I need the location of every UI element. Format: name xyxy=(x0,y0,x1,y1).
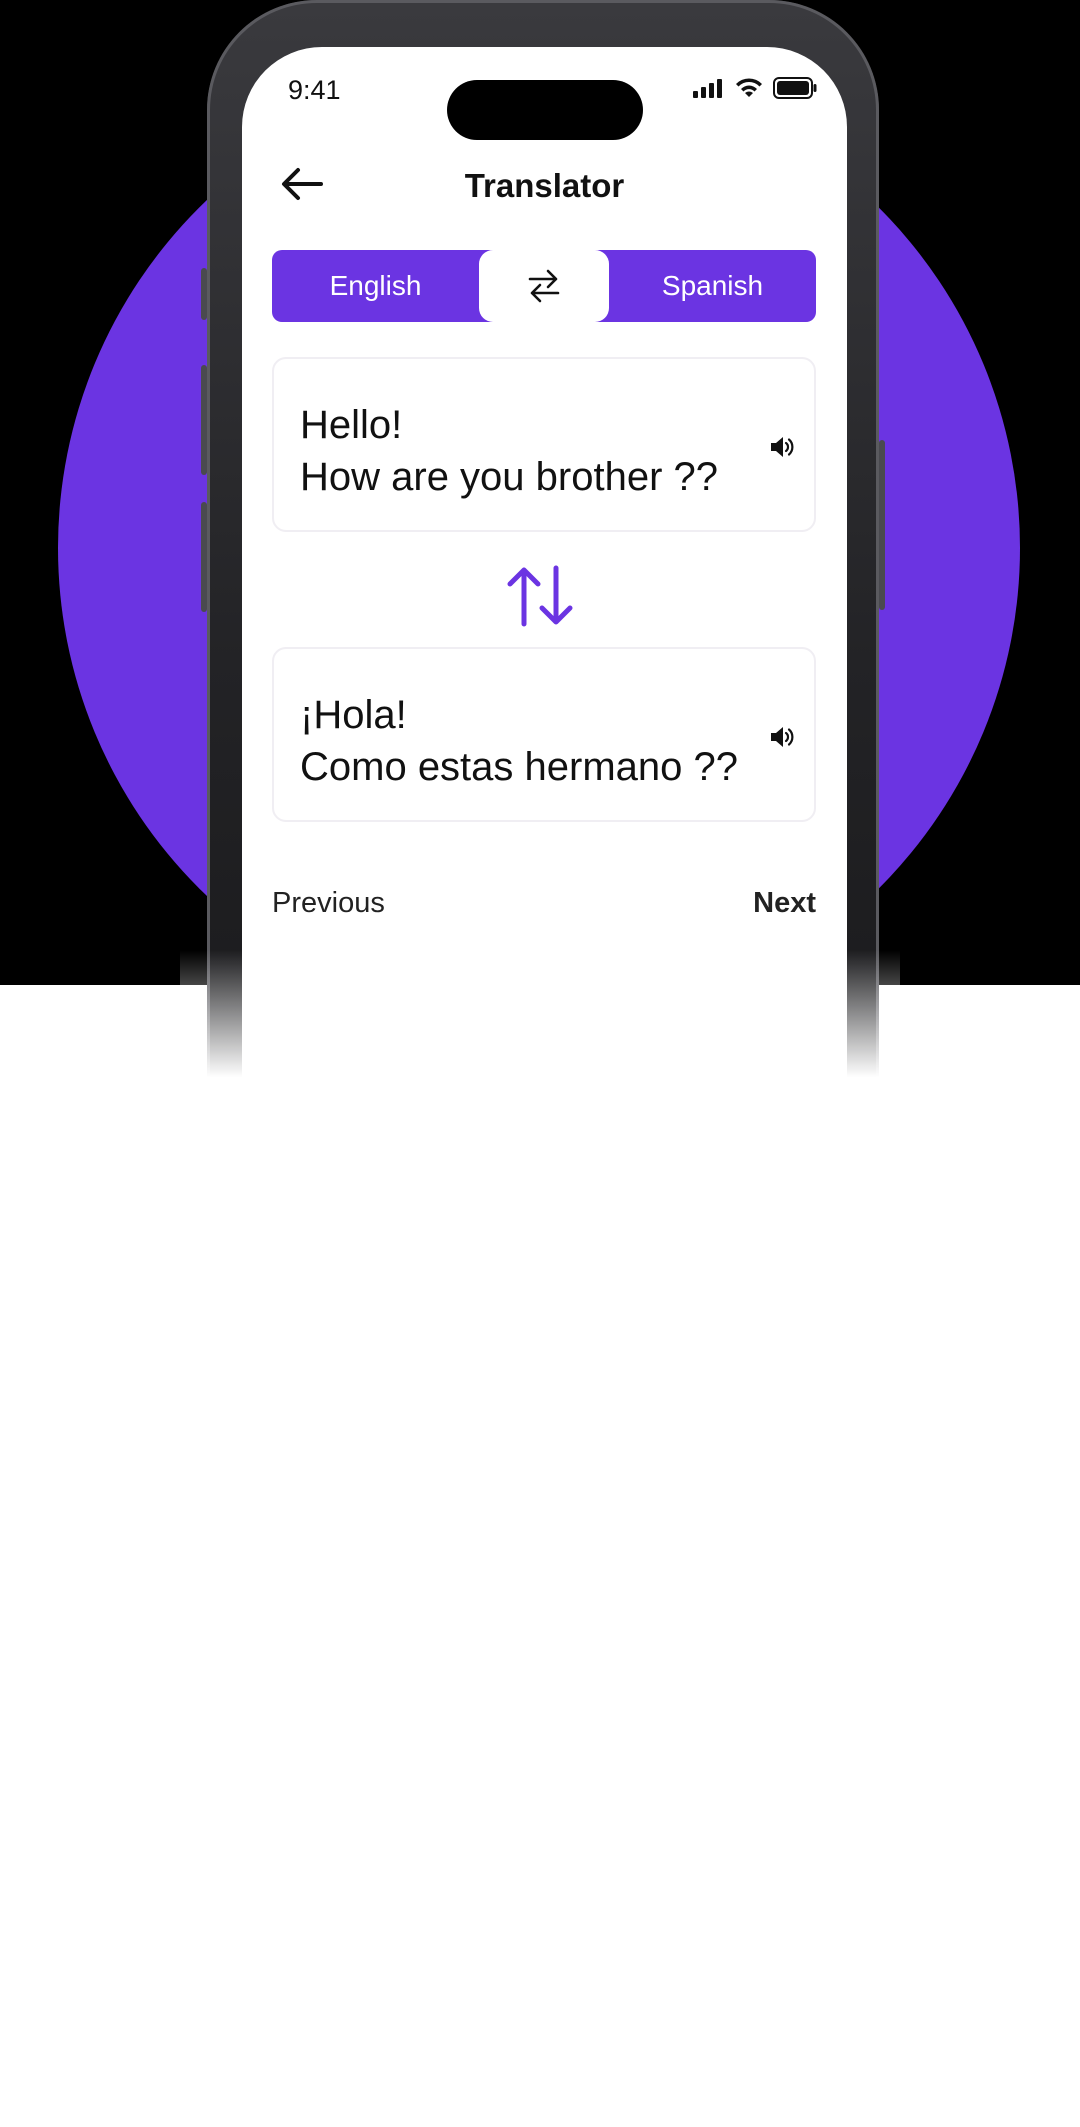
language-selector: English Spanish xyxy=(272,250,816,322)
speaker-icon[interactable] xyxy=(768,723,796,751)
page-title: Translator xyxy=(464,167,625,204)
status-time: 9:41 xyxy=(288,75,341,105)
source-language-button[interactable]: English xyxy=(272,250,479,322)
source-text: Hello! How are you brother ?? xyxy=(300,403,719,499)
phone-side-button xyxy=(201,268,207,320)
next-button[interactable]: Next xyxy=(753,887,816,920)
phone-side-button xyxy=(201,365,207,475)
signal-icon xyxy=(693,79,722,98)
target-language-button[interactable]: Spanish xyxy=(609,250,816,322)
swap-arrows-icon xyxy=(528,269,560,303)
previous-button[interactable]: Previous xyxy=(272,887,385,920)
source-text-card[interactable]: Hello! How are you brother ?? xyxy=(272,357,816,532)
swap-languages-button[interactable] xyxy=(479,250,609,322)
status-icons xyxy=(693,77,817,99)
translated-text-card[interactable]: ¡Hola! Como estas hermano ?? xyxy=(272,647,816,822)
battery-icon xyxy=(773,77,817,99)
phone-side-button xyxy=(879,440,885,610)
up-down-arrows-icon xyxy=(507,565,573,627)
dynamic-island xyxy=(447,80,643,140)
phone-fade-overlay xyxy=(180,950,900,1100)
translated-text: ¡Hola! Como estas hermano ?? xyxy=(300,693,739,789)
background-lower xyxy=(0,985,1080,2127)
wifi-icon xyxy=(736,78,762,97)
speaker-icon[interactable] xyxy=(768,433,796,461)
phone-side-button xyxy=(201,502,207,612)
